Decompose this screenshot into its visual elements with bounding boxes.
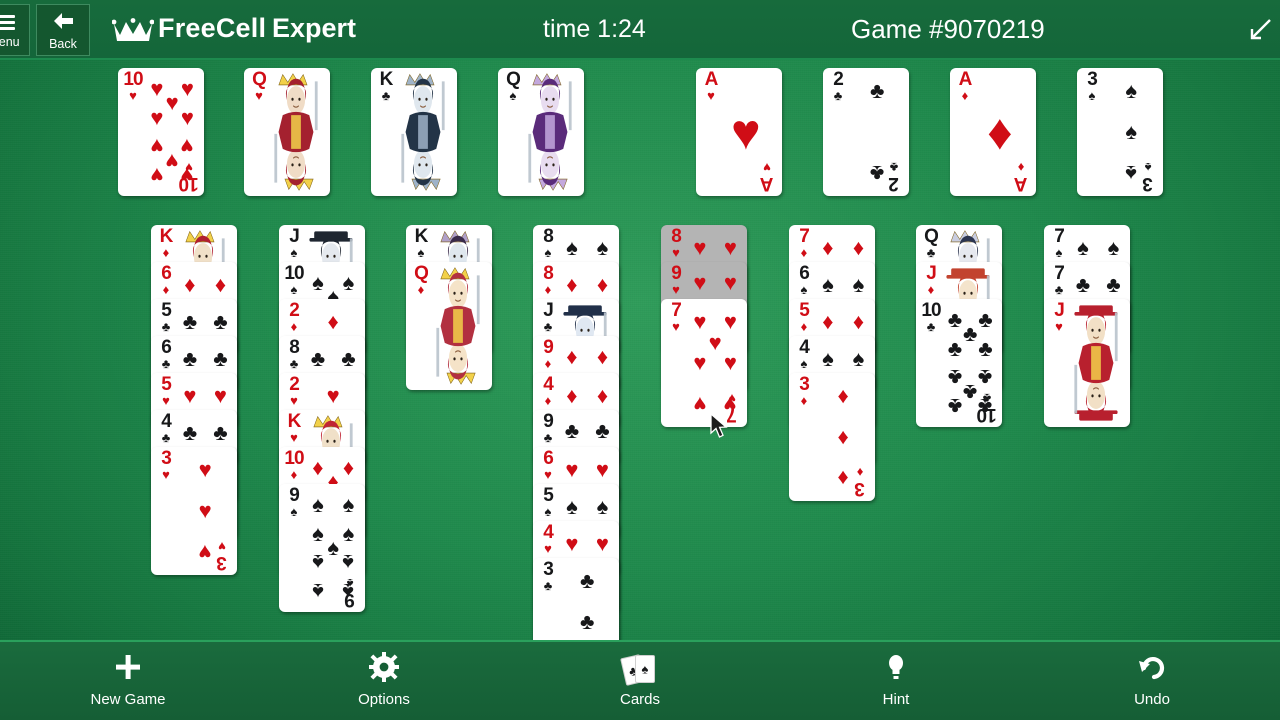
card-face-art (1066, 303, 1126, 423)
options-button[interactable]: Options (256, 642, 512, 720)
toolbar-label: Hint (882, 690, 910, 708)
card-pips: ♦ ♦ ♦ (837, 383, 849, 491)
freecell-slot-3[interactable]: K♣ K♣ (371, 68, 457, 196)
toolbar-label: Undo (1134, 690, 1170, 708)
menu-button[interactable]: Menu (0, 4, 30, 56)
card-pips: ♥ ♥ ♥ ♥ ♥ ♥ ♥ ♥ ♥ ♥ (150, 75, 194, 189)
card-K-clubs[interactable]: K♣ K♣ (371, 68, 457, 196)
card-face-art (393, 72, 453, 192)
plus-icon (113, 652, 143, 687)
card-face-art (266, 72, 326, 192)
card-pips: ♠ ♠ ♠ (1125, 78, 1138, 186)
card-pips: ♥ ♥ ♥ ♥ ♥ ♥ ♥ (693, 309, 737, 417)
card-3-hearts[interactable]: 3 ♥ 3 ♥ ♥ ♥ ♥ (151, 447, 237, 575)
crown-icon (111, 18, 155, 44)
card-pips: ♠ ♠ ♠ ♠ ♠ ♠ ♠ ♠ ♠ (312, 491, 355, 605)
bottom-toolbar: New Game Options ♣ ♠ Cards Hint Undo (0, 640, 1280, 720)
card-A-hearts[interactable]: A ♥ A ♥ ♥ (696, 68, 782, 196)
card-face-art (520, 72, 580, 192)
undo-arrow-icon (1137, 652, 1167, 687)
card-J-hearts[interactable]: J♥ J♥ (1044, 299, 1130, 427)
card-pips: ♣ ♣ (869, 78, 885, 186)
game-number-display: Game #9070219 (851, 14, 1045, 44)
card-Q-spades[interactable]: Q♠ Q♠ (498, 68, 584, 196)
card-9-spades[interactable]: 9 ♠ 9 ♠ ♠ ♠ ♠ ♠ ♠ ♠ ♠ ♠ ♠ (279, 484, 365, 612)
cards-button[interactable]: ♣ ♠ Cards (512, 642, 768, 720)
card-pips: ♦ (987, 104, 1013, 160)
foundation-slot-1[interactable]: A ♥ A ♥ ♥ (696, 68, 782, 196)
card-7-hearts[interactable]: 7 ♥ 7 ♥ ♥ ♥ ♥ ♥ ♥ ♥ ♥ (661, 299, 747, 427)
timer-display: time 1:24 (543, 15, 646, 43)
page-title: FreeCell (158, 13, 267, 43)
back-arrow-icon (51, 11, 75, 35)
card-10-hearts[interactable]: 10 ♥ 10 ♥ ♥ ♥ ♥ ♥ ♥ ♥ ♥ ♥ ♥ ♥ (118, 68, 204, 196)
foundation-slot-4[interactable]: 3 ♠ 3 ♠ ♠ ♠ ♠ (1077, 68, 1163, 196)
toolbar-label: Options (358, 690, 410, 708)
card-face-art (428, 266, 488, 386)
gear-icon (369, 652, 399, 687)
card-A-diamonds[interactable]: A ♦ A ♦ ♦ (950, 68, 1036, 196)
hint-button[interactable]: Hint (768, 642, 1024, 720)
cards-icon: ♣ ♠ (620, 653, 658, 686)
foundation-slot-2[interactable]: 2 ♣ 2 ♣ ♣ ♣ (823, 68, 909, 196)
lightbulb-icon (881, 652, 911, 687)
card-pips: ♣ ♣ ♣ ♣ ♣ ♣ ♣ ♣ ♣ ♣ (947, 306, 993, 420)
game-header: Menu Back FreeCell Expert time 1:24 Game… (0, 0, 1280, 60)
foundation-slot-3[interactable]: A ♦ A ♦ ♦ (950, 68, 1036, 196)
undo-button[interactable]: Undo (1024, 642, 1280, 720)
game-board: 10♥ 10♥♥♥♥♥♥♥♥♥♥♥ Q♥ Q♥ K♣ K (0, 60, 1280, 686)
card-Q-hearts[interactable]: Q♥ Q♥ (244, 68, 330, 196)
toolbar-label: Cards (619, 690, 660, 708)
card-pips: ♥ ♥ ♥ (198, 457, 212, 565)
freecell-slot-2[interactable]: Q♥ Q♥ (244, 68, 330, 196)
exit-fullscreen-icon[interactable] (1244, 16, 1274, 46)
toolbar-label: New Game (90, 690, 166, 708)
card-2-clubs[interactable]: 2 ♣ 2 ♣ ♣ ♣ (823, 68, 909, 196)
hamburger-icon (0, 12, 15, 33)
menu-button-label: Menu (0, 35, 20, 49)
back-button-label: Back (49, 36, 77, 51)
freecell-slot-4[interactable]: Q♠ Q♠ (498, 68, 584, 196)
card-pips: ♥ (731, 104, 761, 160)
freecell-slot-1[interactable]: 10 ♥ 10 ♥ ♥ ♥ ♥ ♥ ♥ ♥ ♥ ♥ ♥ ♥ (118, 68, 204, 196)
card-10-clubs[interactable]: 10 ♣ 10 ♣ ♣ ♣ ♣ ♣ ♣ ♣ ♣ ♣ ♣ ♣ (916, 299, 1002, 427)
new-game-button[interactable]: New Game (0, 642, 256, 720)
difficulty-label: Expert (272, 13, 357, 43)
card-Q-diamonds[interactable]: Q♦ Q♦ (406, 262, 492, 390)
card-3-diamonds[interactable]: 3 ♦ 3 ♦ ♦ ♦ ♦ (789, 373, 875, 501)
back-button[interactable]: Back (36, 4, 90, 56)
card-3-spades[interactable]: 3 ♠ 3 ♠ ♠ ♠ ♠ (1077, 68, 1163, 196)
